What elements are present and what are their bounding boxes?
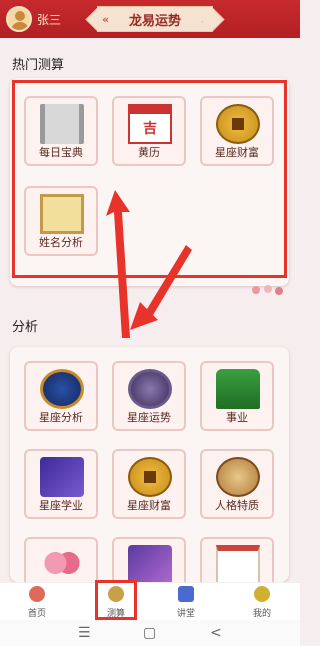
menu-icon[interactable]: ☰ xyxy=(78,625,91,641)
nav-lecture[interactable]: 讲堂 xyxy=(161,583,211,621)
username-label[interactable]: 张三 xyxy=(37,11,61,28)
nav-home[interactable]: 首页 xyxy=(12,583,62,621)
section-title-hot: 热门测算 xyxy=(12,58,65,73)
tile-zodiac-study[interactable]: 星座学业 xyxy=(24,449,98,519)
app-title: 龙易运势 xyxy=(128,13,181,29)
tile-personality[interactable]: 人格特质 xyxy=(200,449,274,519)
tile-love[interactable] xyxy=(24,537,98,582)
zodiac-wheel-icon xyxy=(40,369,84,409)
official-hat-icon xyxy=(216,369,260,409)
tile-zodiac-fortune[interactable]: 星座运势 xyxy=(112,361,186,431)
study-icon xyxy=(40,457,84,497)
tile-label: 星座财富 xyxy=(127,499,171,512)
chevron-right-icon: » xyxy=(200,13,208,26)
nav-highlight-box xyxy=(95,580,137,620)
back-icon[interactable]: < xyxy=(210,625,222,641)
annotation-arrows xyxy=(106,190,192,338)
tile-label: 星座分析 xyxy=(39,411,83,424)
nav-profile[interactable]: 我的 xyxy=(237,583,287,621)
profile-icon xyxy=(254,586,270,602)
tile-purple[interactable] xyxy=(112,537,186,582)
tile-zodiac-wealth-2[interactable]: 星座财富 xyxy=(112,449,186,519)
tile-career[interactable]: 事业 xyxy=(200,361,274,431)
bottom-nav: 首页 测算 讲堂 我的 xyxy=(0,582,300,620)
paper-icon xyxy=(216,545,260,582)
tile-label: 星座运势 xyxy=(127,411,171,424)
avatar[interactable] xyxy=(6,6,32,32)
section-title-analysis: 分析 xyxy=(12,320,39,335)
chevron-left-icon: « xyxy=(102,13,110,26)
tile-label: 事业 xyxy=(226,411,248,424)
tile-label: 人格特质 xyxy=(215,499,259,512)
nav-label: 讲堂 xyxy=(176,609,195,619)
analysis-panel: 星座分析 星座运势 事业 星座学业 星座财富 人格特质 xyxy=(10,347,289,582)
coin-icon xyxy=(128,457,172,497)
tile-label: 星座学业 xyxy=(39,499,83,512)
nav-label: 我的 xyxy=(252,609,271,619)
purple-card-icon xyxy=(128,545,172,582)
vitruvian-icon xyxy=(216,457,260,497)
home-button-icon[interactable]: ▢ xyxy=(143,625,156,641)
system-nav-bar: ☰ ▢ < xyxy=(0,620,300,646)
app-header: 张三 « 龙易运势 » xyxy=(0,0,300,38)
home-icon xyxy=(29,586,45,602)
hearts-icon xyxy=(40,545,84,582)
lecture-icon xyxy=(178,586,194,602)
tile-paper[interactable] xyxy=(200,537,274,582)
app-title-banner: « 龙易运势 » xyxy=(97,6,213,32)
tile-zodiac-analysis[interactable]: 星座分析 xyxy=(24,361,98,431)
fortune-dial-icon xyxy=(128,369,172,409)
nav-label: 首页 xyxy=(27,609,46,619)
flower-decoration-icon xyxy=(252,285,283,295)
